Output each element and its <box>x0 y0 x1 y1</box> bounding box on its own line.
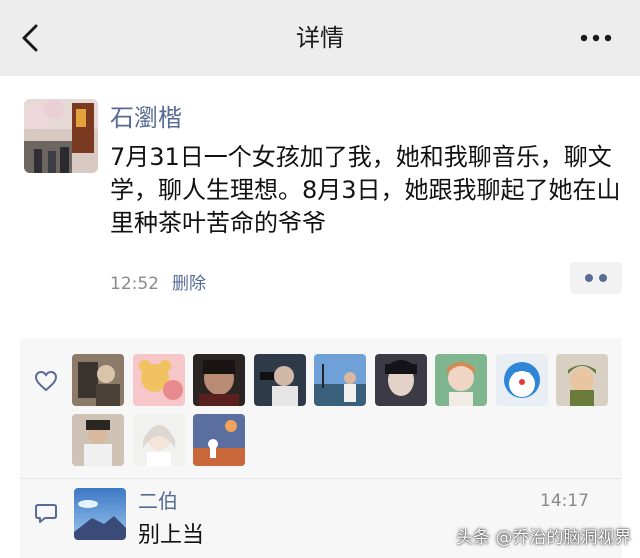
comment-text: 别上当 <box>138 523 205 548</box>
delete-link[interactable]: 删除 <box>172 270 206 298</box>
heart-icon <box>34 370 58 392</box>
more-horizontal-icon <box>580 34 612 42</box>
comment-author[interactable]: 二伯 <box>138 487 178 515</box>
post-action-button[interactable] <box>570 262 622 294</box>
like-avatar[interactable] <box>133 354 185 406</box>
comment-time: 14:17 <box>540 491 589 511</box>
panel-divider <box>20 478 622 479</box>
like-avatar[interactable] <box>193 414 245 466</box>
post-text: 7月31日一个女孩加了我，她和我聊音乐，聊文学，聊人生理想。8月3日，她跟我聊起… <box>110 143 621 237</box>
author-name[interactable]: 石瀏楷 <box>110 100 182 136</box>
like-avatar[interactable] <box>193 354 245 406</box>
like-avatar[interactable] <box>556 354 608 406</box>
like-avatar[interactable] <box>496 354 548 406</box>
more-button[interactable] <box>572 24 620 52</box>
two-dots-icon <box>585 274 593 282</box>
like-avatar[interactable] <box>72 414 124 466</box>
like-avatar[interactable] <box>435 354 487 406</box>
chevron-left-icon <box>22 24 38 52</box>
author-avatar[interactable] <box>24 99 98 173</box>
like-avatar[interactable] <box>375 354 427 406</box>
comment-avatar[interactable] <box>74 488 126 540</box>
top-navbar: 详情 <box>0 0 640 76</box>
back-button[interactable] <box>14 20 50 56</box>
like-avatar[interactable] <box>254 354 306 406</box>
like-avatar[interactable] <box>133 414 185 466</box>
post-time: 12:52 <box>110 274 159 294</box>
comment-bubble-icon <box>34 502 58 524</box>
like-avatar[interactable] <box>72 354 124 406</box>
like-avatar[interactable] <box>314 354 366 406</box>
page-title: 详情 <box>296 24 344 52</box>
watermark: 头条 @乔治的脑洞视界 <box>456 528 632 548</box>
two-dots-icon <box>599 274 607 282</box>
